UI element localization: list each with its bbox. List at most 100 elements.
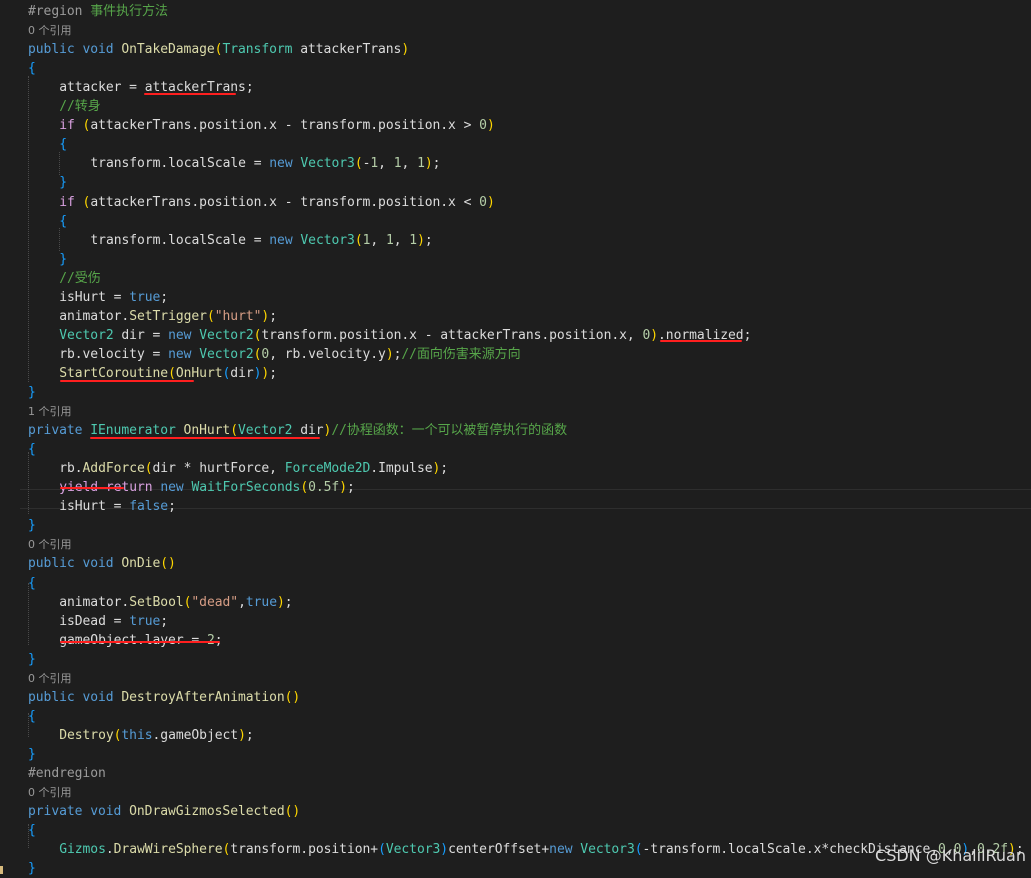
code-token: ( [378,842,386,858]
code-line[interactable]: //受伤 [59,269,101,288]
code-token: if [59,118,75,134]
code-token: ; [284,594,293,610]
code-line[interactable]: isDead = true; [59,612,168,631]
code-line[interactable]: } [28,516,36,535]
code-token: ; [160,613,169,629]
code-line[interactable]: { [28,821,36,840]
code-token: new [269,156,293,172]
code-line[interactable]: transform.localScale = new Vector3(-1, 1… [90,154,440,173]
code-token: 1 [409,232,418,248]
code-line[interactable]: { [59,135,67,154]
indent-guide-line [28,583,29,645]
code-token: 0 [479,194,487,210]
code-line[interactable]: transform.localScale = new Vector3(1, 1,… [90,231,432,250]
code-token: ; [269,308,277,324]
code-line[interactable]: private void OnDrawGizmosSelected() [28,802,300,821]
code-token: Vector3 [580,842,635,858]
code-token: { [28,823,36,839]
code-token: SetBool [129,594,184,610]
code-token: "dead" [191,594,239,610]
code-line[interactable]: Destroy(this.gameObject); [59,726,253,745]
code-token: .gameObject [152,727,239,743]
code-token: //协程函数：一个可以被暂停执行的函数 [331,423,568,439]
code-line[interactable]: animator.SetTrigger("hurt"); [59,307,277,326]
code-token: ( [354,156,363,172]
codelens-reference-count[interactable]: 0 个引用 [28,671,72,687]
code-line[interactable]: public void DestroyAfterAnimation() [28,688,300,707]
code-token: , [238,594,246,610]
code-token: 1 [417,156,425,172]
code-token: 0 [479,118,487,134]
code-token: OnTakeDamage [121,42,215,58]
code-line[interactable]: public void OnDie() [28,554,176,573]
code-token: Vector2 [199,327,254,343]
code-token: #endregion [28,766,106,781]
csdn-watermark: CSDN @KhalilRuan [875,846,1026,865]
codelens-reference-count[interactable]: 1 个引用 [28,404,72,420]
code-token: transform.position.x - attackerTrans.pos… [261,327,643,343]
indent-guide-line [28,452,29,514]
code-line[interactable]: public void OnTakeDamage(Transform attac… [28,40,409,59]
code-token: ; [168,499,176,515]
code-line[interactable]: { [28,440,36,459]
code-line[interactable]: } [28,650,36,669]
code-token: ; [346,480,355,496]
code-line[interactable]: } [28,859,36,878]
code-token: ) [417,232,425,248]
code-token: Vector2 [238,423,293,439]
code-line[interactable]: //转身 [59,97,101,116]
code-token: ) [385,346,394,362]
code-line[interactable]: animator.SetBool("dead",true); [59,593,292,612]
code-token: new [160,480,184,496]
code-token: } [28,746,36,762]
code-line[interactable]: { [28,59,36,78]
code-token: void [82,689,114,705]
code-line[interactable]: #region 事件执行方法 [28,2,168,21]
code-token: , [378,156,394,172]
code-line[interactable]: Vector2 dir = new Vector2(transform.posi… [59,326,751,345]
code-token: transform.position+ [230,842,379,858]
code-token: public [28,689,75,705]
codelens-reference-count[interactable]: 0 个引用 [28,785,72,801]
code-token: { [28,708,36,724]
code-token: void [82,42,114,58]
code-line[interactable]: } [28,383,36,402]
code-token: 1 [393,156,402,172]
code-token: private [28,804,83,820]
code-line[interactable]: } [59,173,67,192]
code-token: { [28,61,36,77]
code-token: 0.5f [308,480,340,496]
code-token: OnHurt [175,365,223,381]
code-token: () [284,804,301,820]
code-token: attackerTrans [292,42,402,58]
code-line[interactable]: rb.AddForce(dir * hurtForce, ForceMode2D… [59,459,448,478]
code-line[interactable]: } [28,745,36,764]
code-token: AddForce [82,461,145,477]
code-line[interactable]: { [28,707,36,726]
code-token: , rb.velocity.y [269,346,386,362]
code-line[interactable]: if (attackerTrans.position.x - transform… [59,193,495,212]
code-token: ( [206,308,215,324]
code-line[interactable]: } [59,250,67,269]
code-line[interactable]: isHurt = true; [59,288,168,307]
code-token: ) [650,327,659,343]
red-underline-mark [90,437,320,439]
code-line[interactable]: isHurt = false; [59,497,176,516]
code-line[interactable]: rb.velocity = new Vector2(0, rb.velocity… [59,345,520,364]
code-editor[interactable]: #region 事件执行方法 0 个引用 public void OnTakeDam… [0,0,1031,876]
codelens-reference-count[interactable]: 0 个引用 [28,537,72,553]
code-line[interactable]: { [59,212,67,231]
code-line[interactable]: #endregion [28,764,106,783]
code-token: this [121,727,153,743]
code-token: } [59,251,67,267]
code-line[interactable]: if (attackerTrans.position.x - transform… [59,116,495,135]
red-underline-mark [60,641,220,643]
code-token: Vector2 [199,346,254,362]
code-token: Vector3 [300,156,355,172]
code-line[interactable]: { [28,574,36,593]
code-token: new [549,842,573,858]
codelens-reference-count[interactable]: 0 个引用 [28,23,72,39]
